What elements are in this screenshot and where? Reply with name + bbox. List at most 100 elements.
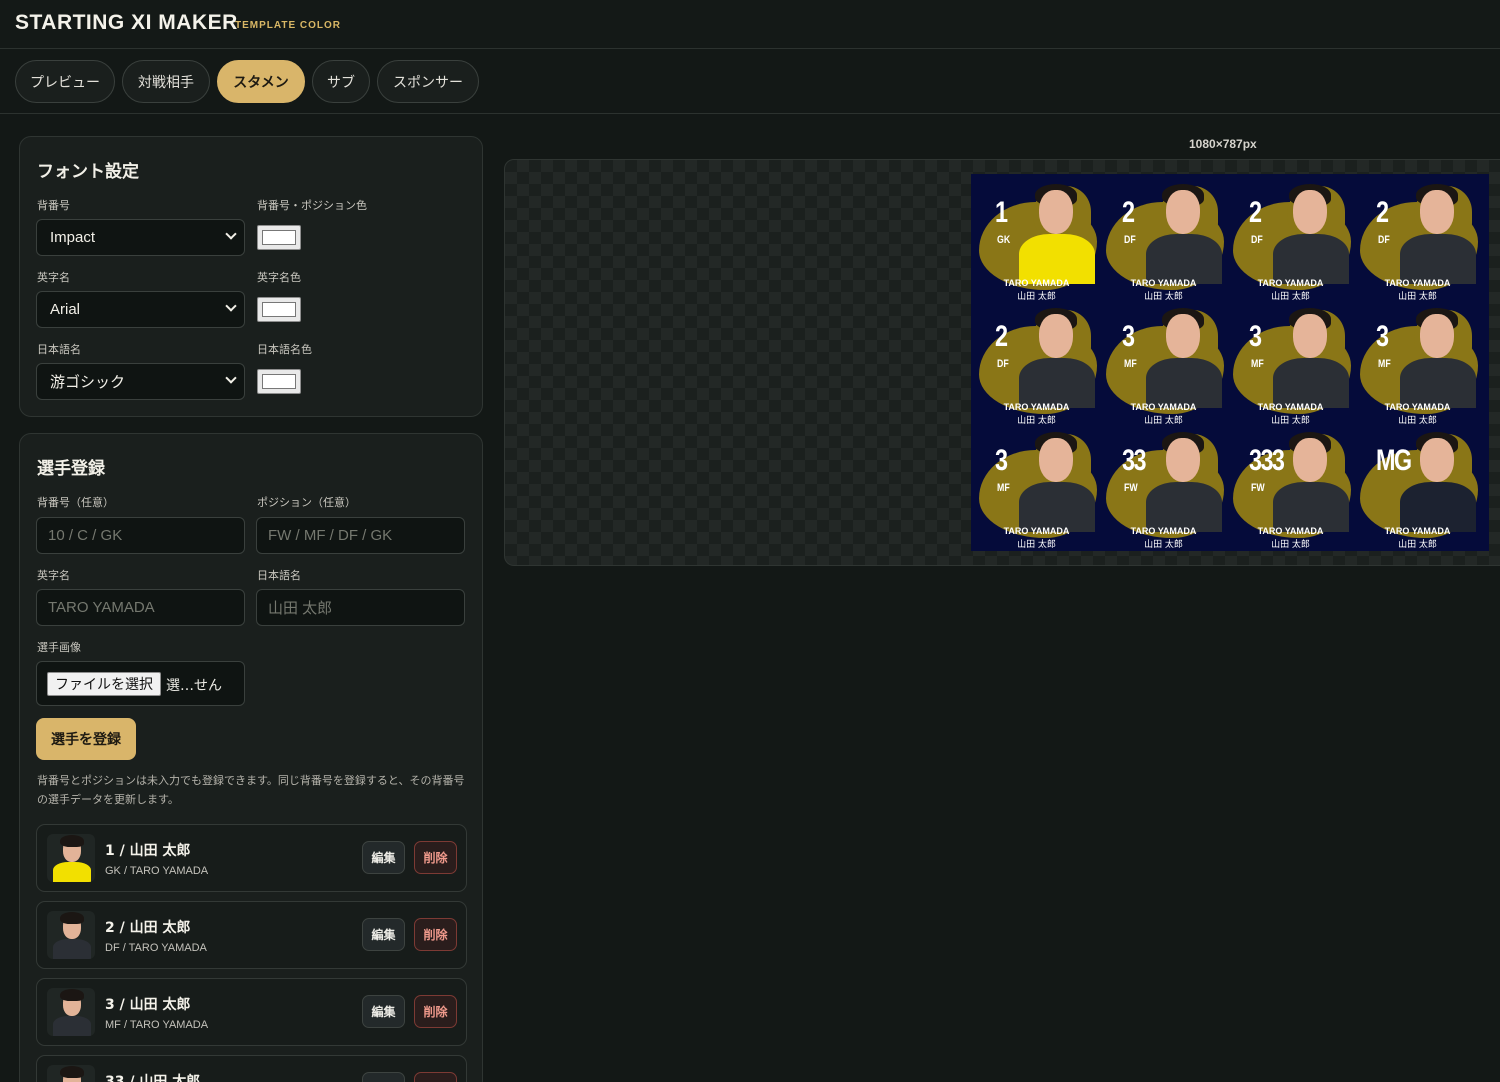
lineup-slot: 3 MF TARO YAMADA 山田 太郎 xyxy=(1354,302,1481,426)
slot-number: 33 xyxy=(1122,444,1146,477)
en-name-input-label: 英字名 xyxy=(37,569,70,582)
slot-ja-name: 山田 太郎 xyxy=(1271,292,1310,302)
player-face xyxy=(1420,314,1454,358)
slot-number: 2 xyxy=(1376,196,1389,229)
player-face xyxy=(1039,190,1073,234)
en-color-label: 英字名色 xyxy=(257,271,301,284)
player-body xyxy=(1273,482,1349,532)
player-row: 33 / 山田 太郎 編集 削除 xyxy=(36,1055,467,1082)
ja-color-picker[interactable] xyxy=(257,369,301,394)
en-color-picker[interactable] xyxy=(257,297,301,322)
slot-en-name: TARO YAMADA xyxy=(1257,402,1324,412)
slot-en-name: TARO YAMADA xyxy=(1130,526,1197,536)
en-font-select[interactable]: Arial xyxy=(36,291,245,328)
top-bar: STARTING XI MAKER TEMPLATE COLOR xyxy=(0,0,1500,49)
tab-preview[interactable]: プレビュー xyxy=(15,60,115,103)
player-body xyxy=(1146,358,1222,408)
lineup-slot: 3 MF TARO YAMADA 山田 太郎 xyxy=(1100,302,1227,426)
slot-position: MF xyxy=(1378,358,1391,370)
en-font-label: 英字名 xyxy=(37,271,70,284)
chevron-down-icon xyxy=(225,228,237,240)
player-registration-panel: 選手登録 背番号（任意） 10 / C / GK ポジション（任意） FW / … xyxy=(19,433,483,1082)
lineup-image: 1 GK TARO YAMADA 山田 太郎 2 DF TARO YAMADA 山田 太郎 2 D… xyxy=(971,174,1489,551)
lineup-slot: 2 DF TARO YAMADA 山田 太郎 xyxy=(973,302,1100,426)
number-font-select[interactable]: Impact xyxy=(36,219,245,256)
ja-font-label: 日本語名 xyxy=(37,343,81,356)
delete-button[interactable]: 削除 xyxy=(414,918,457,951)
slot-ja-name: 山田 太郎 xyxy=(1398,540,1437,550)
slot-ja-name: 山田 太郎 xyxy=(1398,292,1437,302)
player-body xyxy=(1400,482,1476,532)
player-subtitle: GK / TARO YAMADA xyxy=(105,865,209,877)
font-settings-title: フォント設定 xyxy=(37,162,139,182)
number-color-picker[interactable] xyxy=(257,225,301,250)
chevron-down-icon xyxy=(225,372,237,384)
ja-font-value: 游ゴシック xyxy=(50,374,126,391)
player-body xyxy=(1146,234,1222,284)
number-input[interactable]: 10 / C / GK xyxy=(36,517,245,554)
slot-number: 3 xyxy=(1376,320,1389,353)
player-title: 1 / 山田 太郎 xyxy=(105,843,191,859)
preview-stage: 1 GK TARO YAMADA 山田 太郎 2 DF TARO YAMADA 山田 太郎 2 D… xyxy=(504,159,1500,566)
edit-button[interactable]: 編集 xyxy=(362,1072,405,1082)
lineup-slot: 2 DF TARO YAMADA 山田 太郎 xyxy=(1227,178,1354,302)
en-name-input[interactable]: TARO YAMADA xyxy=(36,589,245,626)
slot-number: 333 xyxy=(1249,444,1285,477)
position-input-label: ポジション（任意） xyxy=(257,496,356,509)
player-title: 2 / 山田 太郎 xyxy=(105,920,191,936)
ja-font-select[interactable]: 游ゴシック xyxy=(36,363,245,400)
player-thumbnail xyxy=(47,834,95,882)
slot-position: DF xyxy=(997,358,1009,370)
player-thumbnail xyxy=(47,911,95,959)
tab-sponsors[interactable]: スポンサー xyxy=(377,60,479,103)
slot-en-name: TARO YAMADA xyxy=(1384,526,1451,536)
slot-ja-name: 山田 太郎 xyxy=(1017,292,1056,302)
edit-button[interactable]: 編集 xyxy=(362,841,405,874)
tab-substitutes[interactable]: サブ xyxy=(312,60,370,103)
player-face xyxy=(1166,438,1200,482)
player-body xyxy=(1019,358,1095,408)
ja-name-input-label: 日本語名 xyxy=(257,569,301,582)
player-row: 2 / 山田 太郎 DF / TARO YAMADA 編集 削除 xyxy=(36,901,467,969)
position-input[interactable]: FW / MF / DF / GK xyxy=(256,517,465,554)
delete-button[interactable]: 削除 xyxy=(414,995,457,1028)
player-title: 33 / 山田 太郎 xyxy=(105,1074,201,1082)
tab-opponent[interactable]: 対戦相手 xyxy=(122,60,210,103)
ja-name-input[interactable]: 山田 太郎 xyxy=(256,589,465,626)
slot-en-name: TARO YAMADA xyxy=(1257,278,1324,288)
choose-file-button[interactable]: ファイルを選択 xyxy=(47,672,161,696)
chevron-down-icon xyxy=(225,300,237,312)
lineup-slot: 3 MF TARO YAMADA 山田 太郎 xyxy=(1227,302,1354,426)
delete-button[interactable]: 削除 xyxy=(414,1072,457,1082)
slot-ja-name: 山田 太郎 xyxy=(1144,292,1183,302)
player-face xyxy=(1293,438,1327,482)
tab-starting-lineup[interactable]: スタメン xyxy=(217,60,305,103)
register-player-button[interactable]: 選手を登録 xyxy=(36,718,136,760)
player-face xyxy=(1420,190,1454,234)
player-row: 1 / 山田 太郎 GK / TARO YAMADA 編集 削除 xyxy=(36,824,467,892)
lineup-slot: 2 DF TARO YAMADA 山田 太郎 xyxy=(1354,178,1481,302)
slot-number: 2 xyxy=(995,320,1008,353)
tab-bar: プレビュー 対戦相手 スタメン サブ スポンサー xyxy=(0,49,1500,114)
slot-position: DF xyxy=(1124,234,1136,246)
edit-button[interactable]: 編集 xyxy=(362,995,405,1028)
slot-ja-name: 山田 太郎 xyxy=(1017,416,1056,426)
player-face xyxy=(1039,438,1073,482)
lineup-slot: 333 FW TARO YAMADA 山田 太郎 xyxy=(1227,426,1354,550)
slot-en-name: TARO YAMADA xyxy=(1257,526,1324,536)
ja-color-label: 日本語名色 xyxy=(257,343,312,356)
player-body xyxy=(1400,234,1476,284)
number-color-label: 背番号・ポジション色 xyxy=(257,199,367,212)
slot-number: 1 xyxy=(995,196,1008,229)
slot-en-name: TARO YAMADA xyxy=(1130,402,1197,412)
edit-button[interactable]: 編集 xyxy=(362,918,405,951)
player-face xyxy=(1039,314,1073,358)
player-thumbnail xyxy=(47,1065,95,1082)
slot-en-name: TARO YAMADA xyxy=(1003,278,1070,288)
slot-number: 3 xyxy=(1122,320,1135,353)
slot-position: DF xyxy=(1251,234,1263,246)
delete-button[interactable]: 削除 xyxy=(414,841,457,874)
lineup-slot: 3 MF TARO YAMADA 山田 太郎 xyxy=(973,426,1100,550)
app-subtitle: TEMPLATE COLOR xyxy=(235,20,342,31)
slot-position: FW xyxy=(1124,482,1138,494)
